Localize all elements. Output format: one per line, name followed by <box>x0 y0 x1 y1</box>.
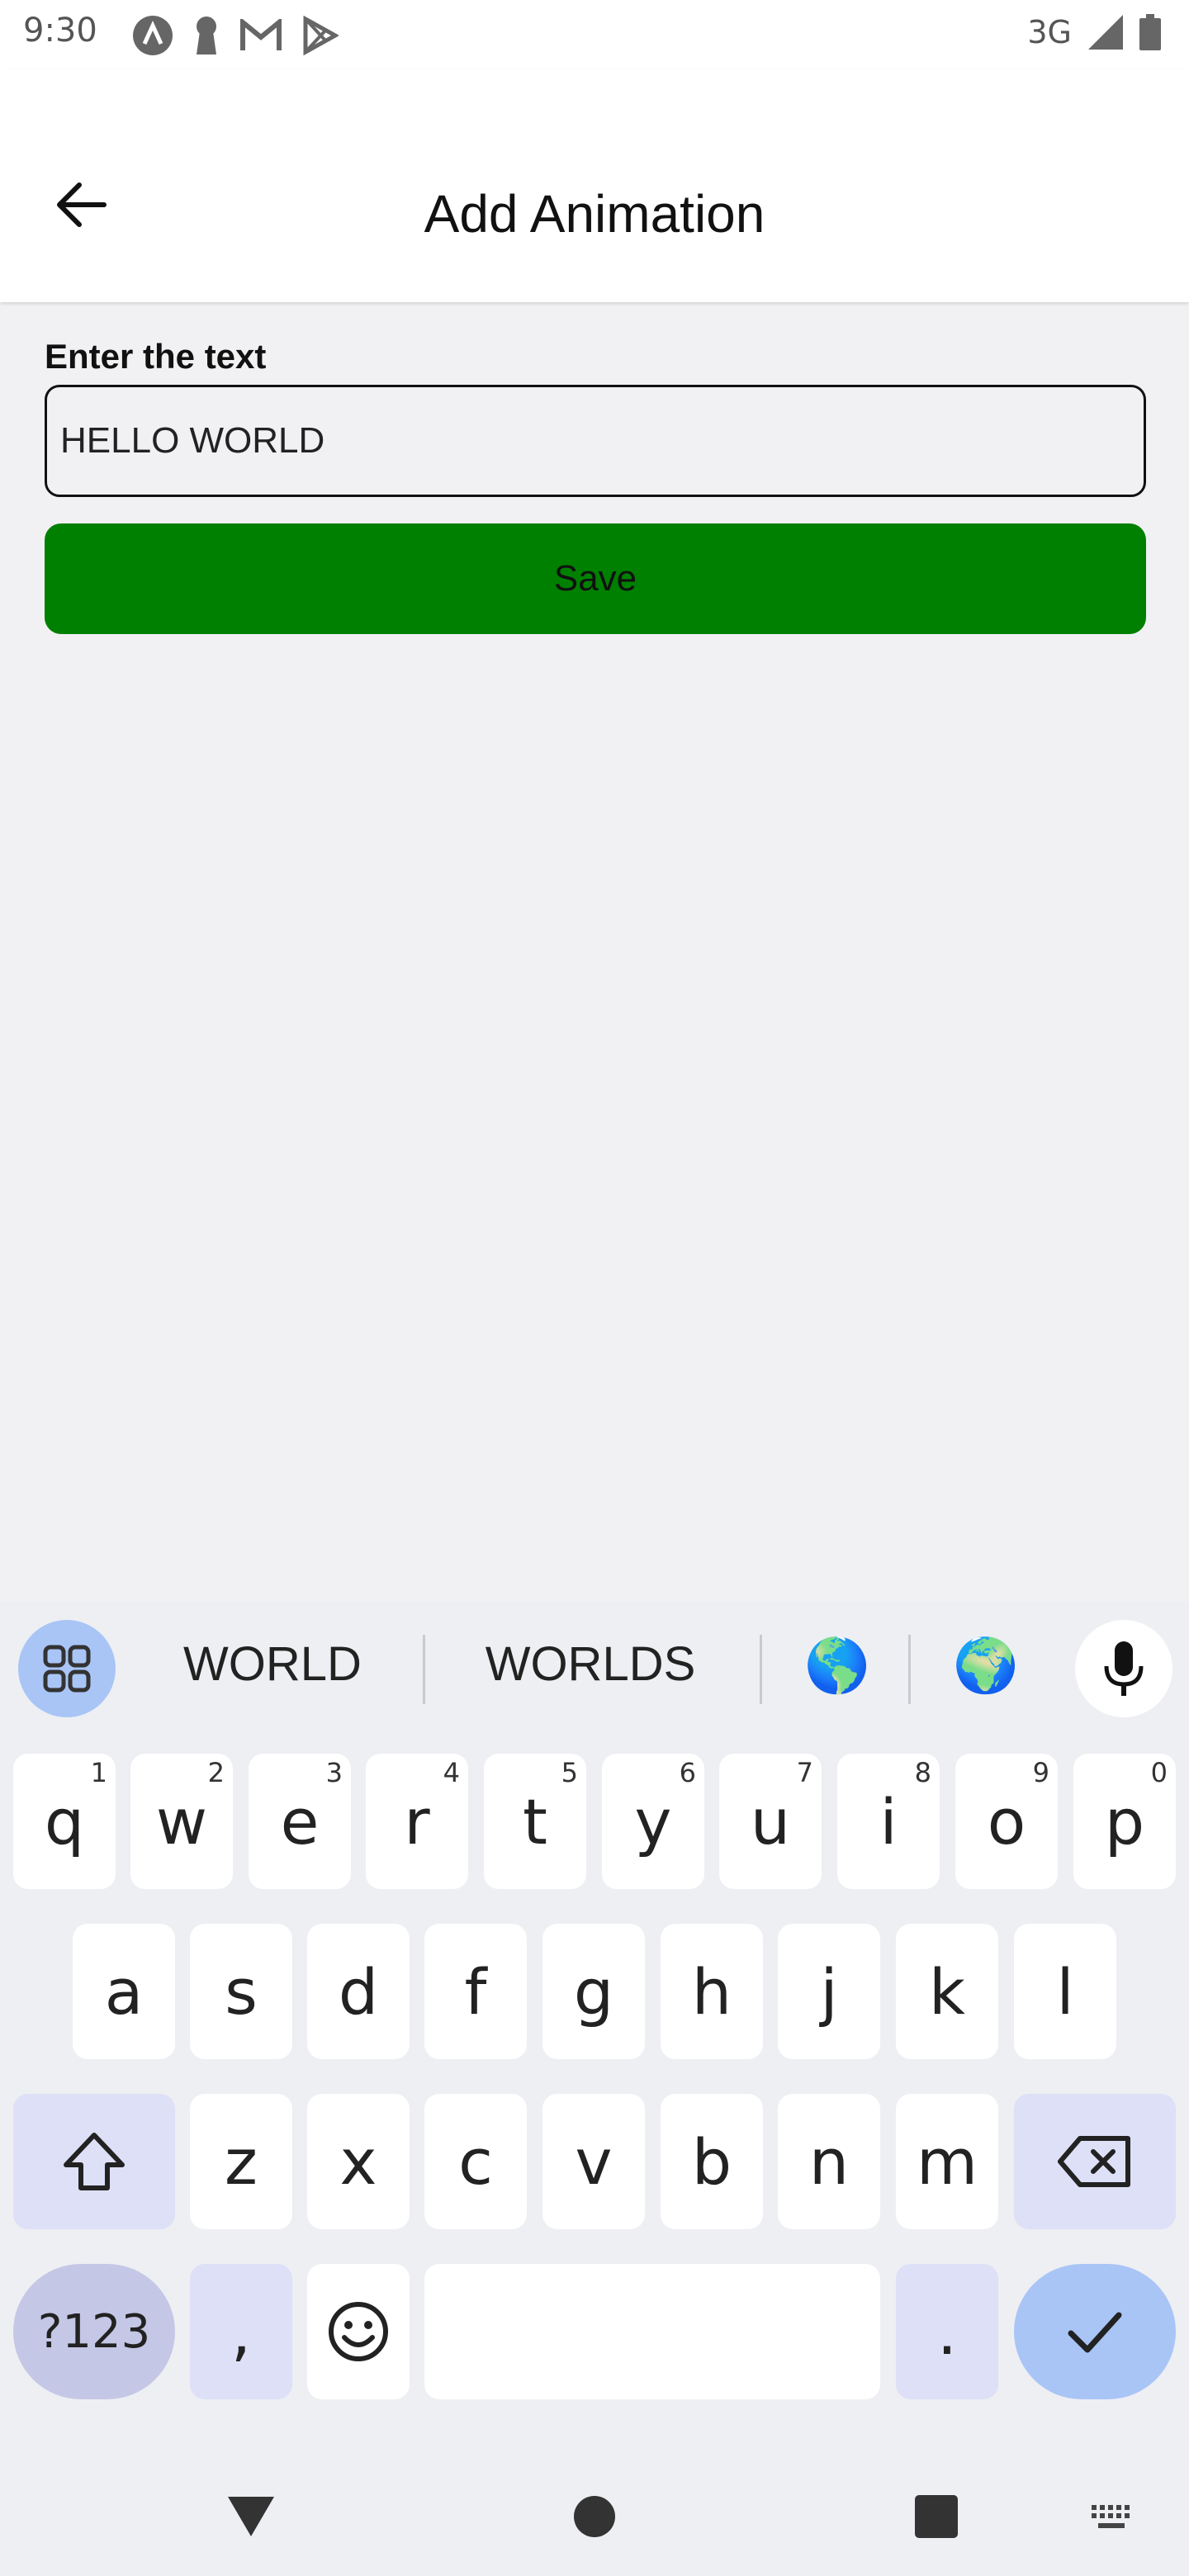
microphone-icon <box>1104 1641 1144 1696</box>
gmail-icon <box>240 19 282 50</box>
key-hint: 3 <box>325 1757 343 1788</box>
keyboard-apps-button[interactable] <box>18 1620 116 1717</box>
home-circle-icon <box>574 2496 615 2537</box>
period-key[interactable]: . <box>896 2264 998 2399</box>
key-hint: 1 <box>90 1757 107 1788</box>
shift-icon <box>64 2133 125 2190</box>
key-w[interactable]: w2 <box>130 1754 233 1889</box>
key-n[interactable]: n <box>778 2094 880 2229</box>
key-hint: 5 <box>561 1757 578 1788</box>
comma-key[interactable]: , <box>190 2264 292 2399</box>
key-hint: 7 <box>796 1757 813 1788</box>
suggestion-1[interactable]: WORLD <box>165 1636 380 1692</box>
done-key[interactable] <box>1014 2264 1176 2399</box>
key-k[interactable]: k <box>896 1924 998 2059</box>
key-label: e <box>280 1784 320 1859</box>
key-label: i <box>879 1784 898 1859</box>
network-type: 3G <box>1027 14 1072 50</box>
battery-icon <box>1139 14 1161 50</box>
nav-home-button[interactable] <box>560 2482 629 2551</box>
key-label: y <box>634 1784 672 1859</box>
key-c[interactable]: c <box>424 2094 527 2229</box>
key-hint: 8 <box>914 1757 931 1788</box>
key-g[interactable]: g <box>542 1924 645 2059</box>
backspace-key[interactable] <box>1014 2094 1176 2229</box>
key-t[interactable]: t5 <box>484 1754 586 1889</box>
key-label: u <box>750 1784 791 1859</box>
recents-square-icon <box>915 2495 958 2538</box>
keyboard-switch-icon <box>1092 2505 1130 2528</box>
key-hint: 6 <box>679 1757 696 1788</box>
status-time: 9:30 <box>23 12 97 50</box>
key-y[interactable]: y6 <box>602 1754 704 1889</box>
key-label: w <box>155 1784 208 1859</box>
key-b[interactable]: b <box>661 2094 763 2229</box>
suggestion-bar: WORLD WORLDS 🌎 🌍 <box>0 1602 1189 1734</box>
status-bar: 9:30 3G <box>0 0 1189 69</box>
key-hint: 2 <box>207 1757 225 1788</box>
suggestion-divider <box>423 1635 425 1704</box>
key-label: p <box>1104 1784 1145 1859</box>
system-icons: 3G <box>1027 13 1161 51</box>
nav-recents-button[interactable] <box>902 2482 971 2551</box>
key-hint: 9 <box>1032 1757 1049 1788</box>
emoji-key[interactable] <box>307 2264 410 2399</box>
smiley-icon <box>329 2302 388 2361</box>
app-bar: Add Animation <box>0 69 1189 302</box>
text-field-label: Enter the text <box>45 337 267 376</box>
key-x[interactable]: x <box>307 2094 410 2229</box>
shift-key[interactable] <box>13 2094 175 2229</box>
save-button[interactable]: Save <box>45 523 1146 634</box>
key-q[interactable]: q1 <box>13 1754 116 1889</box>
key-i[interactable]: i8 <box>837 1754 940 1889</box>
key-p[interactable]: p0 <box>1073 1754 1176 1889</box>
space-key[interactable] <box>424 2264 880 2399</box>
key-z[interactable]: z <box>190 2094 292 2229</box>
key-j[interactable]: j <box>778 1924 880 2059</box>
key-label: t <box>523 1784 547 1859</box>
key-o[interactable]: o9 <box>955 1754 1058 1889</box>
key-u[interactable]: u7 <box>719 1754 822 1889</box>
key-label: r <box>404 1784 430 1859</box>
key-d[interactable]: d <box>307 1924 410 2059</box>
soft-keyboard: WORLD WORLDS 🌎 🌍 q1 w2 e3 r4 t5 y6 u7 i8… <box>0 1602 1189 2576</box>
key-hint: 4 <box>443 1757 460 1788</box>
text-input[interactable] <box>45 385 1146 497</box>
grid-icon <box>43 1645 91 1693</box>
checkmark-icon <box>1068 2312 1122 2353</box>
key-v[interactable]: v <box>542 2094 645 2229</box>
key-r[interactable]: r4 <box>366 1754 468 1889</box>
suggestion-divider <box>908 1635 911 1704</box>
key-label: o <box>987 1784 1026 1859</box>
system-nav-bar <box>0 2460 1189 2576</box>
signal-icon <box>1088 15 1123 50</box>
voice-input-button[interactable] <box>1075 1620 1172 1717</box>
nav-back-button[interactable] <box>216 2482 286 2551</box>
key-l[interactable]: l <box>1014 1924 1116 2059</box>
suggestion-divider <box>760 1635 762 1704</box>
key-f[interactable]: f <box>424 1924 527 2059</box>
key-h[interactable]: h <box>661 1924 763 2059</box>
key-m[interactable]: m <box>896 2094 998 2229</box>
notification-icons <box>132 15 339 56</box>
app-a-icon <box>133 16 173 55</box>
key-a[interactable]: a <box>73 1924 175 2059</box>
back-triangle-icon <box>228 2497 274 2536</box>
keyhole-icon <box>197 17 216 54</box>
key-hint: 0 <box>1150 1757 1168 1788</box>
symbols-key[interactable]: ?123 <box>13 2264 175 2399</box>
emoji-suggestion-2[interactable]: 🌍 <box>953 1635 1019 1697</box>
suggestion-2[interactable]: WORLDS <box>462 1636 718 1692</box>
page-title: Add Animation <box>424 184 765 244</box>
key-label: q <box>44 1784 85 1859</box>
backspace-icon <box>1058 2136 1130 2187</box>
keyboard-switch-button[interactable] <box>1078 2493 1148 2543</box>
play-store-icon <box>303 16 339 55</box>
key-e[interactable]: e3 <box>249 1754 351 1889</box>
key-s[interactable]: s <box>190 1924 292 2059</box>
emoji-suggestion-1[interactable]: 🌎 <box>804 1635 870 1697</box>
